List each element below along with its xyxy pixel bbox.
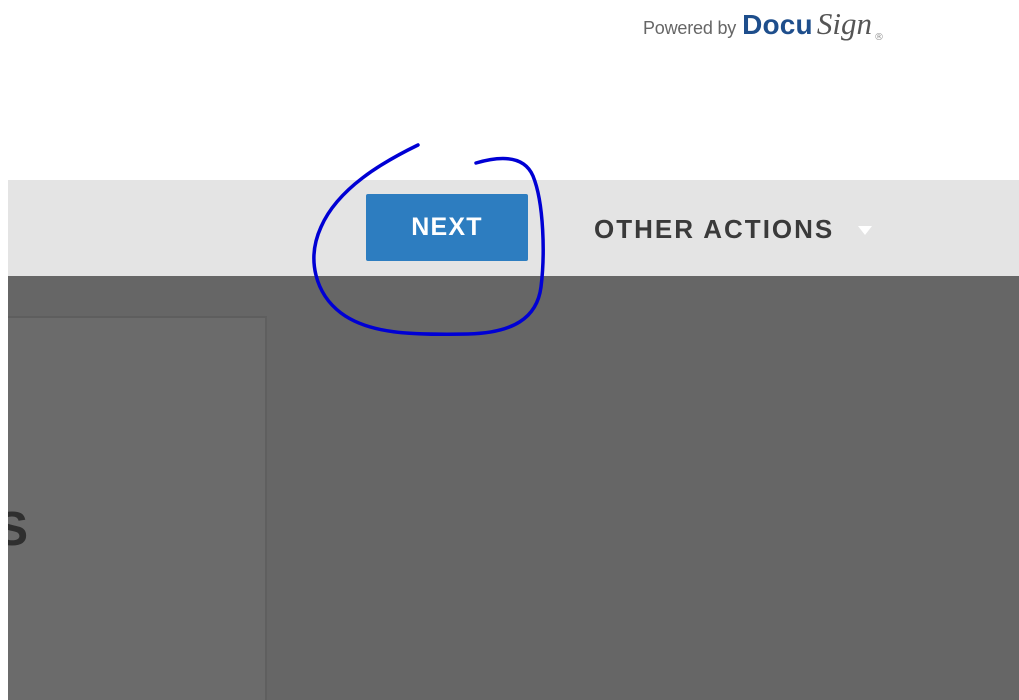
powered-by-text: Powered by	[643, 18, 737, 38]
registered-mark: ®	[874, 32, 884, 43]
other-actions-label: OTHER ACTIONS	[594, 213, 835, 244]
partial-document-text: S	[8, 503, 29, 556]
left-white-strip	[0, 0, 8, 700]
document-action-bar: NEXT OTHER ACTIONS	[8, 180, 1019, 276]
docusign-logo-sign: Sign	[816, 6, 872, 41]
document-page-panel: S	[8, 316, 267, 700]
other-actions-menu[interactable]: OTHER ACTIONS	[594, 202, 873, 256]
page: { "header": { "powered_by": "Powered by"…	[0, 0, 1019, 700]
powered-by-docusign: Powered by Docu Sign ®	[643, 6, 884, 43]
caret-down-icon	[858, 225, 873, 235]
next-button[interactable]: NEXT	[366, 194, 528, 261]
docusign-logo-docu: Docu	[742, 9, 813, 40]
document-viewer: S	[8, 276, 1019, 700]
